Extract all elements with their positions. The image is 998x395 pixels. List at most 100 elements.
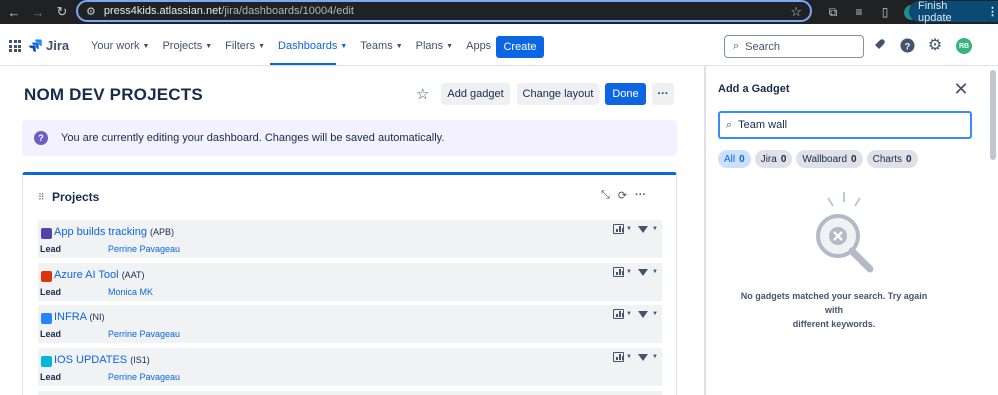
project-row bbox=[38, 391, 662, 395]
jira-logo[interactable]: Jira bbox=[29, 38, 69, 53]
filter-chip-all[interactable]: All 0 bbox=[718, 150, 751, 168]
chip-count: 0 bbox=[906, 153, 912, 165]
done-button[interactable]: Done bbox=[605, 83, 646, 105]
filter-icon[interactable] bbox=[637, 268, 648, 276]
no-results-line-2: different keywords. bbox=[792, 319, 876, 329]
lead-label: Lead bbox=[40, 287, 62, 297]
add-gadget-button[interactable]: Add gadget bbox=[441, 83, 510, 105]
no-results-magnifier-icon bbox=[816, 192, 874, 273]
active-nav-indicator bbox=[270, 63, 336, 65]
project-link[interactable]: INFRA (NI) bbox=[54, 311, 104, 323]
kebab-menu-icon[interactable]: ⋮ bbox=[987, 5, 998, 18]
chevron-down-icon[interactable]: ▼ bbox=[652, 311, 658, 317]
sidebar-divider[interactable] bbox=[704, 66, 706, 395]
projects-gadget: ⠿ Projects ⤡ ⟳ ··· App builds tracking (… bbox=[22, 172, 677, 395]
project-name: App builds tracking bbox=[54, 226, 147, 238]
nav-teams-label: Teams bbox=[360, 40, 393, 52]
chevron-down-icon: ▼ bbox=[446, 42, 454, 50]
nav-plans[interactable]: Plans ▼ bbox=[416, 39, 453, 53]
chevron-down-icon[interactable]: ▼ bbox=[652, 226, 658, 232]
reload-icon[interactable]: ↻ bbox=[52, 2, 72, 22]
reading-list-icon[interactable]: ≡ bbox=[846, 2, 872, 22]
lead-label: Lead bbox=[40, 329, 62, 339]
project-key: (IS1) bbox=[130, 355, 150, 365]
search-placeholder: Search bbox=[745, 40, 781, 53]
favorite-star-icon[interactable]: ☆ bbox=[416, 87, 432, 103]
change-layout-button[interactable]: Change layout bbox=[517, 83, 599, 105]
bookmark-star-icon[interactable]: ☆ bbox=[790, 4, 802, 20]
nav-dashboards[interactable]: Dashboards ▼ bbox=[278, 39, 347, 53]
project-row: IOS UPDATES (IS1) Lead Perrine Pavageau … bbox=[38, 348, 662, 386]
nav-filters[interactable]: Filters ▼ bbox=[225, 39, 265, 53]
refresh-icon[interactable]: ⟳ bbox=[618, 189, 627, 202]
project-link[interactable]: App builds tracking (APB) bbox=[54, 226, 174, 238]
chip-count: 0 bbox=[851, 153, 857, 165]
filter-chip-wallboard[interactable]: Wallboard 0 bbox=[796, 150, 863, 168]
filter-chip-charts[interactable]: Charts 0 bbox=[866, 150, 918, 168]
search-icon: ⌕ bbox=[733, 40, 740, 52]
chip-label: Wallboard bbox=[802, 153, 848, 165]
extensions-icon[interactable]: ⧉ bbox=[820, 2, 846, 22]
chevron-down-icon[interactable]: ▼ bbox=[626, 354, 632, 360]
jira-logo-text: Jira bbox=[46, 38, 70, 53]
global-search-input[interactable]: ⌕ Search bbox=[724, 35, 864, 58]
nav-your-work[interactable]: Your work ▼ bbox=[91, 39, 149, 53]
nav-teams[interactable]: Teams ▼ bbox=[360, 39, 402, 53]
gadget-search-input[interactable]: ⌕ Team wall bbox=[718, 111, 972, 139]
chip-count: 0 bbox=[739, 153, 745, 165]
chevron-down-icon[interactable]: ▼ bbox=[626, 269, 632, 275]
project-link[interactable]: Azure AI Tool (AAT) bbox=[54, 269, 145, 281]
project-lead-link[interactable]: Monica MK bbox=[108, 287, 153, 297]
chip-count: 0 bbox=[780, 153, 787, 165]
url-host: press4kids.atlassian.net bbox=[103, 5, 222, 17]
project-link[interactable]: IOS UPDATES (IS1) bbox=[54, 354, 150, 366]
chevron-down-icon[interactable]: ▼ bbox=[626, 226, 632, 232]
chevron-down-icon: ▼ bbox=[340, 42, 348, 50]
minimize-icon[interactable]: ⤡ bbox=[601, 189, 610, 202]
finish-update-label: Finish update bbox=[918, 0, 952, 24]
sidepanel-icon[interactable]: ▯ bbox=[872, 2, 898, 22]
project-key: (APB) bbox=[150, 227, 175, 237]
sidebar-scrollbar[interactable] bbox=[990, 70, 996, 160]
close-icon[interactable]: ✕ bbox=[953, 80, 969, 98]
chevron-down-icon: ▼ bbox=[395, 42, 403, 50]
user-avatar[interactable]: RB bbox=[956, 38, 972, 54]
chevron-down-icon[interactable]: ▼ bbox=[652, 354, 658, 360]
url-text: press4kids.atlassian.net/jira/dashboards… bbox=[104, 5, 354, 17]
forward-icon[interactable]: → bbox=[28, 2, 48, 22]
project-row: App builds tracking (APB) Lead Perrine P… bbox=[38, 220, 662, 258]
dashboard-title: NOM DEV PROJECTS bbox=[24, 85, 203, 104]
nav-projects[interactable]: Projects ▼ bbox=[162, 39, 212, 53]
filter-icon[interactable] bbox=[637, 225, 648, 233]
filter-icon[interactable] bbox=[637, 353, 648, 361]
lead-label: Lead bbox=[40, 372, 62, 382]
filter-chip-jira[interactable]: Jira 0 bbox=[754, 150, 793, 168]
chevron-down-icon[interactable]: ▼ bbox=[652, 269, 658, 275]
drag-handle-icon[interactable]: ⠿ bbox=[38, 192, 45, 203]
project-lead-link[interactable]: Perrine Pavageau bbox=[108, 244, 180, 254]
project-row: Azure AI Tool (AAT) Lead Monica MK ▼ ▼ bbox=[38, 263, 662, 301]
chevron-down-icon[interactable]: ▼ bbox=[626, 311, 632, 317]
bar-chart-icon[interactable] bbox=[613, 352, 624, 362]
bar-chart-icon[interactable] bbox=[613, 267, 624, 277]
project-lead-link[interactable]: Perrine Pavageau bbox=[108, 329, 180, 339]
app-switcher-icon[interactable] bbox=[9, 40, 21, 52]
jira-logo-icon bbox=[29, 39, 42, 52]
create-button[interactable]: Create bbox=[496, 36, 544, 58]
notifications-icon[interactable] bbox=[871, 37, 887, 53]
project-lead-link[interactable]: Perrine Pavageau bbox=[108, 372, 180, 382]
add-gadget-panel-title: Add a Gadget bbox=[718, 83, 790, 95]
back-icon[interactable]: ← bbox=[4, 2, 24, 22]
gadget-category-filters: All 0 Jira 0 Wallboard 0 Charts 0 bbox=[718, 150, 918, 168]
gadget-title: Projects bbox=[52, 190, 100, 204]
finish-update-button[interactable]: Finish update ⋮ bbox=[909, 0, 998, 24]
more-actions-button[interactable]: ··· bbox=[652, 83, 674, 105]
filter-icon[interactable] bbox=[637, 310, 648, 318]
help-icon[interactable]: ? bbox=[899, 37, 915, 53]
bar-chart-icon[interactable] bbox=[613, 309, 624, 319]
settings-gear-icon[interactable]: ⚙ bbox=[927, 37, 943, 54]
bar-chart-icon[interactable] bbox=[613, 224, 624, 234]
more-icon[interactable]: ··· bbox=[635, 189, 646, 202]
site-settings-icon[interactable]: ⚙ bbox=[86, 5, 96, 18]
address-bar[interactable]: ⚙ press4kids.atlassian.net/jira/dashboar… bbox=[76, 0, 812, 22]
